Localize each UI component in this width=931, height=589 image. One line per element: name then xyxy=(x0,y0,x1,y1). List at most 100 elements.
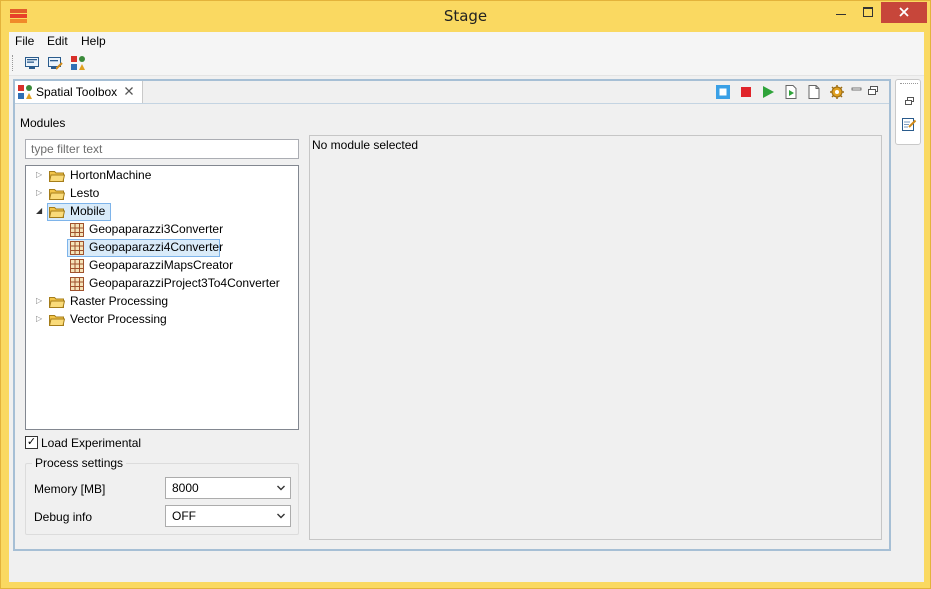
view-tab-bar: Spatial Toolbox xyxy=(15,81,889,103)
expand-arrow-icon[interactable]: ▷ xyxy=(36,314,44,324)
filter-input[interactable] xyxy=(25,139,299,159)
toolbox-icon xyxy=(18,85,32,99)
window-title: Stage xyxy=(443,7,488,25)
tree-item-label: Mobile xyxy=(70,204,106,218)
process-settings-title: Process settings xyxy=(32,456,127,470)
tree-item-raster-processing[interactable]: ▷ Raster Processing xyxy=(26,293,298,311)
tab-label: Spatial Toolbox xyxy=(36,85,118,99)
shapes-icon xyxy=(71,56,85,70)
process-settings-group: Process settings Memory [MB] 8000 Debug … xyxy=(25,456,299,535)
tree-item-hortonmachine[interactable]: ▷ HortonMachine xyxy=(26,167,298,185)
stop-icon xyxy=(741,87,751,97)
folder-icon xyxy=(49,207,65,218)
tree-item-mobile[interactable]: ◢ Mobile xyxy=(26,203,298,221)
expand-arrow-icon[interactable]: ▷ xyxy=(36,170,44,180)
folder-icon xyxy=(49,171,65,182)
run-script-icon xyxy=(785,85,797,99)
module-icon xyxy=(70,241,84,255)
view-maximize-button[interactable] xyxy=(865,84,881,100)
tree-item-lesto[interactable]: ▷ Lesto xyxy=(26,185,298,203)
editor-area-button[interactable] xyxy=(901,116,917,132)
modules-tree[interactable]: ▷ HortonMachine ▷ Lesto ◢ Mobile Geopapa… xyxy=(25,165,299,430)
maximize-button[interactable] xyxy=(854,2,881,23)
folder-icon xyxy=(49,189,65,200)
tree-item-label: Geopaparazzi4Converter xyxy=(89,240,224,254)
close-button[interactable] xyxy=(881,2,927,23)
tree-item-geopaparazzimapscreator[interactable]: GeopaparazziMapsCreator xyxy=(26,257,298,275)
memory-select[interactable]: 8000 xyxy=(165,477,291,499)
tree-item-label: Raster Processing xyxy=(70,294,169,308)
menu-edit[interactable]: Edit xyxy=(47,34,68,48)
module-details-panel: No module selected xyxy=(309,135,882,540)
folder-icon xyxy=(49,297,65,308)
settings-button[interactable] xyxy=(829,84,845,100)
details-text: No module selected xyxy=(312,138,419,152)
restore-icon xyxy=(905,97,914,105)
memory-label: Memory [MB] xyxy=(34,482,106,496)
view-body: Modules ▷ HortonMachine ▷ Lesto xyxy=(15,103,889,549)
tree-item-geopaparazzi4converter[interactable]: Geopaparazzi4Converter xyxy=(26,239,298,257)
toolbar-button-edit-view[interactable] xyxy=(47,55,65,72)
title-bar[interactable]: Stage xyxy=(1,1,930,32)
new-script-button[interactable] xyxy=(806,84,822,100)
chevron-down-icon xyxy=(277,513,285,519)
toolbar-button-toolbox[interactable] xyxy=(70,55,88,72)
folder-icon xyxy=(49,315,65,326)
toolbar-button-console[interactable] xyxy=(24,55,42,72)
toolbar-grip[interactable] xyxy=(12,55,15,71)
tree-item-vector-processing[interactable]: ▷ Vector Processing xyxy=(26,311,298,329)
chevron-down-icon xyxy=(277,485,285,491)
module-icon xyxy=(70,259,84,273)
run-script-button[interactable] xyxy=(783,84,799,100)
memory-value: 8000 xyxy=(172,481,199,495)
close-icon xyxy=(899,7,909,17)
document-icon xyxy=(808,85,820,99)
minimize-icon xyxy=(851,87,862,91)
menu-help[interactable]: Help xyxy=(81,34,106,48)
tab-close-icon[interactable] xyxy=(124,84,134,99)
square-stop-blue-icon xyxy=(716,85,730,99)
edit-document-icon xyxy=(902,118,917,131)
monitor-edit-icon xyxy=(48,57,63,70)
tree-item-label: Vector Processing xyxy=(70,312,167,326)
tree-item-label: HortonMachine xyxy=(70,168,152,182)
modules-label: Modules xyxy=(20,116,66,130)
menu-file[interactable]: File xyxy=(15,34,34,48)
maximize-icon xyxy=(862,7,873,17)
tab-spatial-toolbox[interactable]: Spatial Toolbox xyxy=(15,81,143,103)
tree-item-geopaparazzi3converter[interactable]: Geopaparazzi3Converter xyxy=(26,221,298,239)
checkbox-checked-icon[interactable]: ✓ xyxy=(25,436,38,449)
debug-info-select[interactable]: OFF xyxy=(165,505,291,527)
run-button[interactable] xyxy=(760,84,776,100)
tree-item-label: GeopaparazziMapsCreator xyxy=(89,258,234,272)
view-minimize-button[interactable] xyxy=(849,84,865,100)
menu-bar: File Edit Help xyxy=(9,32,924,51)
module-icon xyxy=(70,223,84,237)
module-icon xyxy=(70,277,84,291)
restore-icon xyxy=(868,86,878,95)
client-area: File Edit Help Spatial Toolbox Modules t… xyxy=(9,32,924,582)
debug-info-value: OFF xyxy=(172,509,196,523)
tree-item-label: GeopaparazziProject3To4Converter xyxy=(89,276,280,290)
stop-selected-button[interactable] xyxy=(715,84,731,100)
tree-item-label: Geopaparazzi3Converter xyxy=(89,222,224,236)
spatial-toolbox-view: Spatial Toolbox Modules type filter text… xyxy=(13,79,891,551)
collapse-arrow-icon[interactable]: ◢ xyxy=(36,206,44,216)
console-icon xyxy=(25,57,39,69)
expand-arrow-icon[interactable]: ▷ xyxy=(36,188,44,198)
load-experimental-label: Load Experimental xyxy=(41,436,142,450)
application-window: Stage File Edit Help Spatial Toolbox Mod… xyxy=(0,0,931,589)
minimize-icon xyxy=(836,14,846,15)
expand-arrow-icon[interactable]: ▷ xyxy=(36,296,44,306)
restore-view-button[interactable] xyxy=(901,94,917,110)
play-icon xyxy=(763,86,774,98)
debug-info-label: Debug info xyxy=(34,510,93,524)
minimize-button[interactable] xyxy=(828,2,854,23)
tree-item-geopaparazziproject3to4converter[interactable]: GeopaparazziProject3To4Converter xyxy=(26,275,298,293)
main-toolbar xyxy=(9,51,924,76)
trim-stack xyxy=(895,79,921,145)
tree-item-label: Lesto xyxy=(70,186,100,200)
stop-button[interactable] xyxy=(738,84,754,100)
gear-icon xyxy=(830,85,844,99)
trim-grip[interactable] xyxy=(900,83,918,84)
